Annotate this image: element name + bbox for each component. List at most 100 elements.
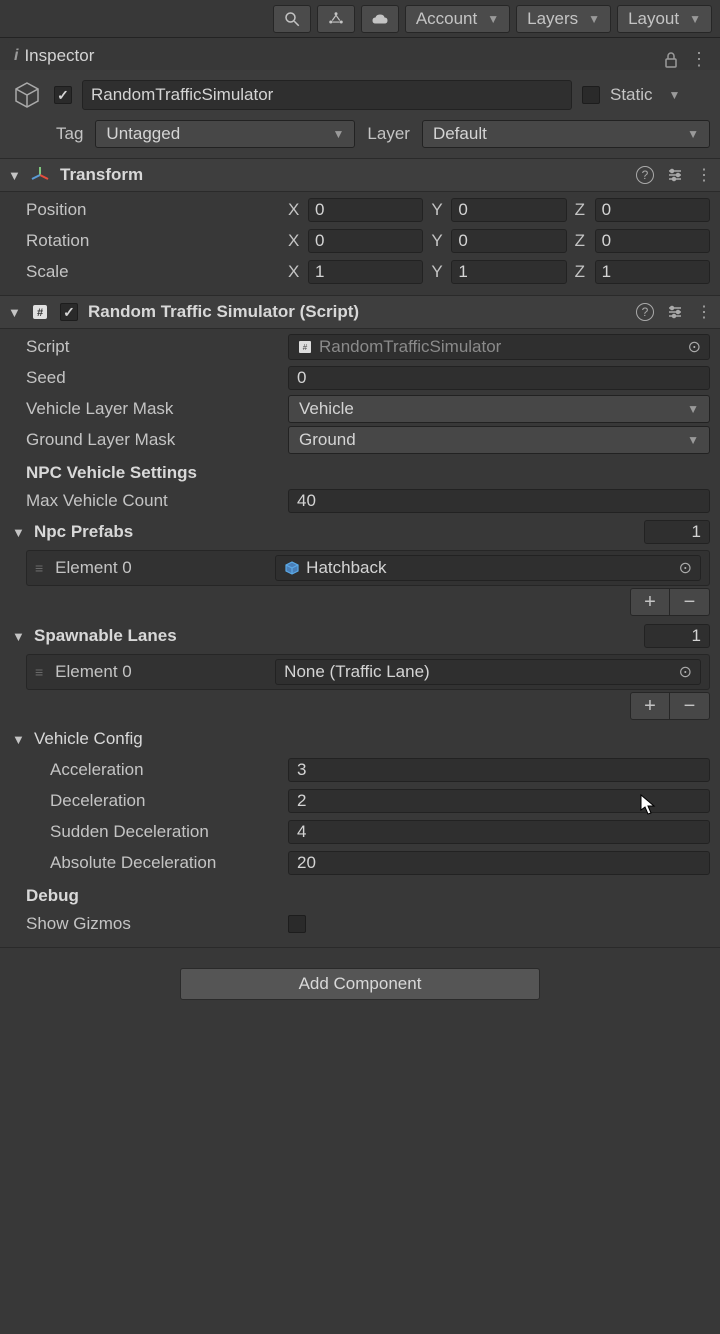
script-body: Script # RandomTrafficSimulator ⊙ Seed 0… xyxy=(0,329,720,947)
element-0-label: Element 0 xyxy=(55,558,265,578)
lane-0-field[interactable]: None (Traffic Lane) ⊙ xyxy=(275,659,701,685)
tag-dropdown[interactable]: Untagged ▼ xyxy=(95,120,355,148)
show-gizmos-checkbox[interactable] xyxy=(288,915,306,933)
rotation-z-input[interactable]: 0 xyxy=(595,229,710,253)
rotation-label: Rotation xyxy=(10,231,280,251)
object-picker-icon[interactable]: ⊙ xyxy=(679,662,692,682)
sudden-decel-input[interactable]: 4 xyxy=(288,820,710,844)
gameobject-icon[interactable] xyxy=(10,78,44,112)
account-dropdown[interactable]: Account ▼ xyxy=(405,5,510,33)
drag-handle-icon[interactable]: ≡ xyxy=(35,560,45,576)
acceleration-input[interactable]: 3 xyxy=(288,758,710,782)
gameobject-name-field[interactable]: RandomTrafficSimulator xyxy=(82,80,572,110)
lane-element-0: ≡ Element 0 None (Traffic Lane) ⊙ xyxy=(26,654,710,690)
remove-lane-button[interactable]: − xyxy=(670,692,710,720)
top-toolbar: Account ▼ Layers ▼ Layout ▼ xyxy=(0,0,720,38)
foldout-arrow[interactable]: ▼ xyxy=(8,168,20,183)
spawnable-lanes-count[interactable]: 1 xyxy=(644,624,710,648)
add-component-area: Add Component xyxy=(0,947,720,1020)
absolute-decel-input[interactable]: 20 xyxy=(288,851,710,875)
inspector-tab-label: Inspector xyxy=(24,46,94,66)
foldout-arrow: ▼ xyxy=(12,629,26,644)
npc-prefabs-foldout[interactable]: ▼ Npc Prefabs 1 xyxy=(10,516,710,548)
scale-y-input[interactable]: 1 xyxy=(451,260,566,284)
gameobject-header: RandomTrafficSimulator Static ▼ xyxy=(0,70,720,116)
script-component-header[interactable]: ▼ # Random Traffic Simulator (Script) ? … xyxy=(0,295,720,329)
layers-dropdown[interactable]: Layers ▼ xyxy=(516,5,611,33)
services-icon[interactable] xyxy=(317,5,355,33)
script-file-icon: # xyxy=(297,339,313,355)
search-icon[interactable] xyxy=(273,5,311,33)
kebab-icon[interactable]: ⋮ xyxy=(696,165,712,185)
max-vehicle-label: Max Vehicle Count xyxy=(10,491,280,511)
chevron-down-icon: ▼ xyxy=(689,12,701,26)
chevron-down-icon: ▼ xyxy=(687,402,699,416)
seed-input[interactable]: 0 xyxy=(288,366,710,390)
preset-icon[interactable] xyxy=(666,167,684,183)
rotation-x-input[interactable]: 0 xyxy=(308,229,423,253)
chevron-down-icon: ▼ xyxy=(487,12,499,26)
layer-label: Layer xyxy=(367,124,410,144)
deceleration-input[interactable]: 2 xyxy=(288,789,710,813)
component-enabled-checkbox[interactable] xyxy=(60,303,78,321)
chevron-down-icon: ▼ xyxy=(687,127,699,141)
cloud-icon[interactable] xyxy=(361,5,399,33)
prefab-icon xyxy=(284,560,300,576)
max-vehicle-input[interactable]: 40 xyxy=(288,489,710,513)
tag-label: Tag xyxy=(56,124,83,144)
deceleration-label: Deceleration xyxy=(10,791,280,811)
ground-mask-label: Ground Layer Mask xyxy=(10,430,280,450)
drag-handle-icon[interactable]: ≡ xyxy=(35,664,45,680)
chevron-down-icon: ▼ xyxy=(687,433,699,447)
scale-z-input[interactable]: 1 xyxy=(595,260,710,284)
transform-icon xyxy=(30,165,50,185)
info-icon: i xyxy=(14,47,18,65)
npc-prefabs-count[interactable]: 1 xyxy=(644,520,710,544)
scale-x-input[interactable]: 1 xyxy=(308,260,423,284)
vehicle-mask-dropdown[interactable]: Vehicle ▼ xyxy=(288,395,710,423)
layout-dropdown[interactable]: Layout ▼ xyxy=(617,5,712,33)
sudden-decel-label: Sudden Deceleration xyxy=(10,822,280,842)
static-checkbox[interactable] xyxy=(582,86,600,104)
spawnable-lanes-foldout[interactable]: ▼ Spawnable Lanes 1 xyxy=(10,620,710,652)
npc-prefab-0-field[interactable]: Hatchback ⊙ xyxy=(275,555,701,581)
transform-header[interactable]: ▼ Transform ? ⋮ xyxy=(0,158,720,192)
kebab-icon[interactable]: ⋮ xyxy=(690,49,708,70)
script-field[interactable]: # RandomTrafficSimulator ⊙ xyxy=(288,334,710,360)
static-dropdown-arrow[interactable]: ▼ xyxy=(663,88,687,102)
add-prefab-button[interactable]: + xyxy=(630,588,670,616)
help-icon[interactable]: ? xyxy=(636,166,654,184)
static-label: Static xyxy=(610,85,653,105)
gameobject-enabled-checkbox[interactable] xyxy=(54,86,72,104)
add-lane-button[interactable]: + xyxy=(630,692,670,720)
layout-label: Layout xyxy=(628,9,679,29)
tag-layer-row: Tag Untagged ▼ Layer Default ▼ xyxy=(0,116,720,158)
object-picker-icon[interactable]: ⊙ xyxy=(679,558,692,578)
position-z-input[interactable]: 0 xyxy=(595,198,710,222)
scale-label: Scale xyxy=(10,262,280,282)
lock-icon[interactable] xyxy=(664,52,678,68)
inspector-tab[interactable]: i Inspector xyxy=(6,42,104,70)
script-component-title: Random Traffic Simulator (Script) xyxy=(88,302,626,322)
vehicle-config-foldout[interactable]: ▼ Vehicle Config xyxy=(10,724,710,754)
kebab-icon[interactable]: ⋮ xyxy=(696,302,712,322)
foldout-arrow[interactable]: ▼ xyxy=(8,305,20,320)
layer-dropdown[interactable]: Default ▼ xyxy=(422,120,710,148)
position-x-input[interactable]: 0 xyxy=(308,198,423,222)
foldout-arrow: ▼ xyxy=(12,732,26,747)
ground-mask-dropdown[interactable]: Ground ▼ xyxy=(288,426,710,454)
position-y-input[interactable]: 0 xyxy=(451,198,566,222)
add-component-button[interactable]: Add Component xyxy=(180,968,540,1000)
foldout-arrow: ▼ xyxy=(12,525,26,540)
npc-prefab-element-0: ≡ Element 0 Hatchback ⊙ xyxy=(26,550,710,586)
script-label: Script xyxy=(10,337,280,357)
preset-icon[interactable] xyxy=(666,304,684,320)
show-gizmos-label: Show Gizmos xyxy=(10,914,280,934)
svg-text:#: # xyxy=(303,343,308,352)
rotation-y-input[interactable]: 0 xyxy=(451,229,566,253)
object-picker-icon[interactable]: ⊙ xyxy=(688,337,701,357)
npc-section-title: NPC Vehicle Settings xyxy=(10,455,710,485)
chevron-down-icon: ▼ xyxy=(333,127,345,141)
remove-prefab-button[interactable]: − xyxy=(670,588,710,616)
help-icon[interactable]: ? xyxy=(636,303,654,321)
